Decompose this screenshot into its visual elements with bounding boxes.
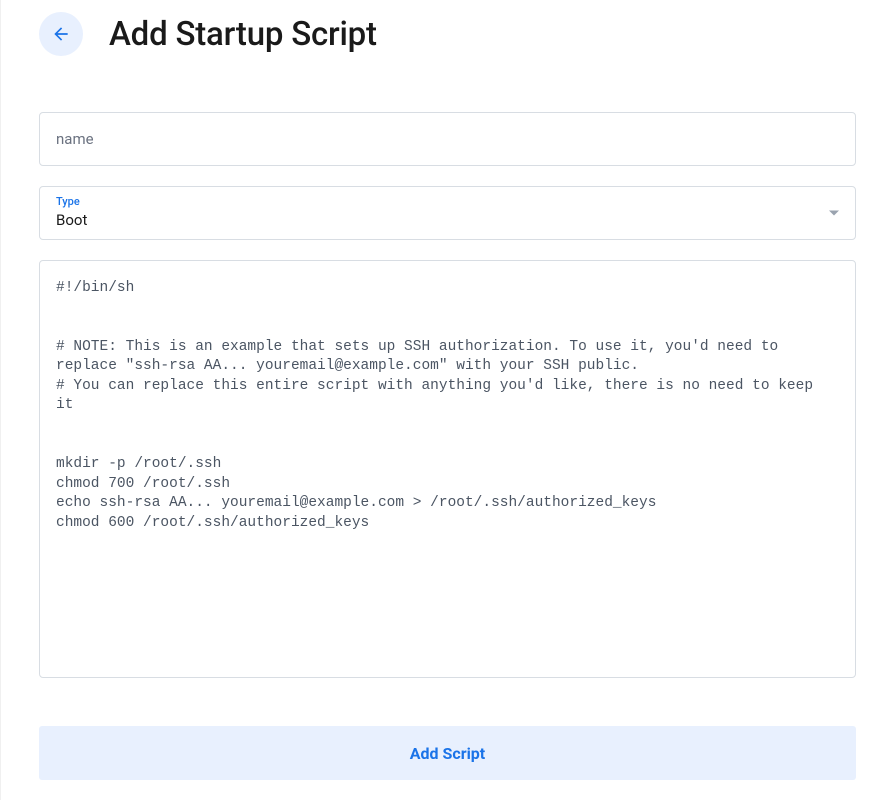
page-title: Add Startup Script	[109, 15, 377, 54]
type-select[interactable]: Type Boot	[39, 186, 856, 240]
name-field	[39, 112, 856, 166]
script-field	[39, 260, 856, 682]
name-input[interactable]	[39, 112, 856, 166]
type-value: Boot	[56, 211, 87, 229]
add-script-button[interactable]: Add Script	[39, 726, 856, 780]
arrow-left-icon	[51, 24, 71, 44]
type-field-wrap: Type Boot	[39, 186, 856, 240]
page-header: Add Startup Script	[39, 12, 856, 56]
type-label: Type	[56, 195, 839, 208]
script-textarea[interactable]	[39, 260, 856, 678]
chevron-down-icon	[829, 211, 839, 216]
back-button[interactable]	[39, 12, 83, 56]
